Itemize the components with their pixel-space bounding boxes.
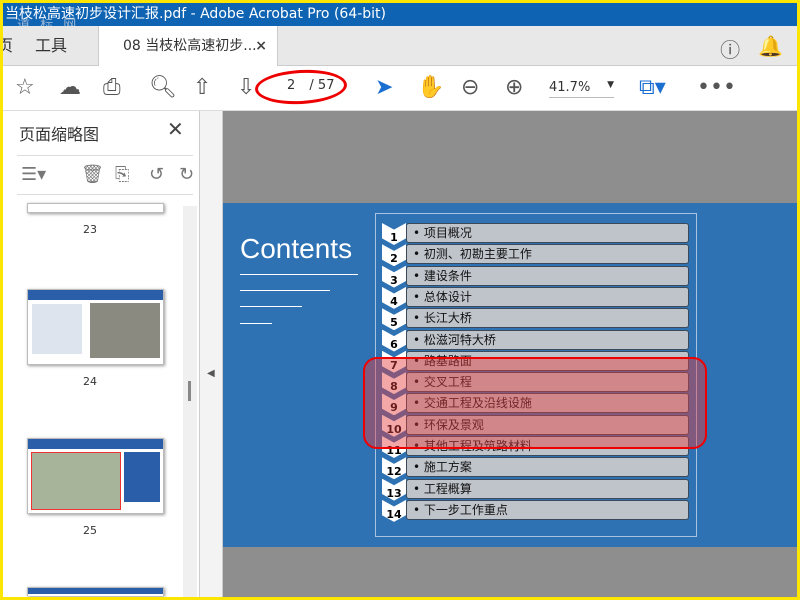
contents-item-text: 建设条件 (423, 268, 472, 283)
contents-item: • 下一步工作重点 (406, 499, 689, 520)
hand-tool-icon[interactable]: ✋ (417, 76, 444, 100)
title-bar: 当枝松高速初步设计汇报.pdf - Adobe Acrobat Pro (64-… (3, 3, 797, 33)
thumbnail-label: 23 (83, 223, 97, 236)
delete-icon[interactable]: 🗑 (81, 164, 104, 185)
panel-title: 页面缩略图 (19, 125, 100, 144)
next-page-icon[interactable]: ⇩ (237, 76, 255, 100)
zoom-in-icon[interactable]: ⊕ (505, 76, 523, 100)
contents-item: • 初测、初勘主要工作 (406, 244, 689, 265)
toolbar: ☆ ☁ ⎙ 🔍︎ ⇧ ⇩ 2 / 57 ➤ ✋ ⊖ ⊕ 41.7% ▼ ⧉▾ ••… (3, 66, 797, 111)
tab-bar: 页 工具 08 当枝松高速初步... × ⓘ 🔔 (3, 26, 797, 66)
contents-item: • 项目概况 (406, 223, 689, 243)
contents-item-text: 项目概况 (423, 226, 472, 240)
close-tab-icon[interactable]: × (255, 26, 267, 66)
panel-scrollbar[interactable] (183, 206, 197, 597)
divider (240, 306, 302, 307)
thumbnail-page-24[interactable] (27, 289, 164, 365)
more-tools-icon[interactable]: ••• (697, 76, 736, 100)
print-icon[interactable]: ⎙ (103, 76, 121, 100)
item-number: 14 (382, 499, 406, 522)
search-icon[interactable]: 🔍︎ (149, 76, 177, 100)
options-menu-icon[interactable]: ☰▾ (21, 164, 46, 185)
item-number: 6 (382, 329, 406, 352)
item-number: 13 (382, 478, 406, 501)
zoom-select[interactable]: 41.7% ▼ (549, 80, 614, 98)
item-number: 12 (382, 457, 406, 480)
acrobat-window: 当枝松高速初步设计汇报.pdf - Adobe Acrobat Pro (64-… (3, 3, 797, 597)
thumbnail-label: 25 (83, 524, 97, 537)
scrollbar-thumb[interactable] (188, 381, 191, 401)
rotate-right-icon[interactable]: ↻ (179, 164, 194, 185)
document-view: Contents • 项目概况 1 • 初测、初勘主要工作 2 • 建设条件 3 • 总体设… (223, 111, 797, 597)
thumbnail-page-26[interactable] (27, 587, 164, 596)
close-panel-icon[interactable]: ✕ (167, 117, 184, 141)
notification-bell-icon[interactable]: 🔔 (758, 34, 783, 63)
zoom-value: 41.7% (549, 80, 591, 95)
tab-tools[interactable]: 工具 (35, 26, 67, 66)
contents-item-text: 长江大桥 (423, 311, 472, 326)
divider (240, 290, 330, 291)
item-number: 2 (382, 244, 406, 267)
bookmark-star-icon[interactable]: ☆ (15, 76, 35, 100)
item-number: 3 (382, 265, 406, 288)
contents-item: • 长江大桥 (406, 308, 689, 329)
tab-home[interactable]: 页 (3, 26, 13, 66)
collapse-arrow-icon[interactable]: ◀ (207, 368, 215, 379)
zoom-out-icon[interactable]: ⊖ (461, 76, 479, 100)
thumbnail-tools: ☰▾ 🗑 ⎘ ↺ ↻ (17, 155, 194, 195)
contents-item: • 施工方案 (406, 457, 689, 478)
divider (240, 274, 358, 275)
thumbnail-page-25[interactable] (27, 438, 164, 514)
slide-page: Contents • 项目概况 1 • 初测、初勘主要工作 2 • 建设条件 3 • 总体设… (223, 203, 797, 547)
thumbnails-panel: 页面缩略图 ✕ ☰▾ 🗑 ⎘ ↺ ↻ 23 24 25 (3, 111, 200, 597)
contents-item: • 松滋河特大桥 (406, 329, 689, 350)
contents-item: • 建设条件 (406, 265, 689, 286)
extract-icon[interactable]: ⎘ (115, 164, 129, 185)
item-number: 1 (382, 223, 406, 245)
thumbnail-label: 24 (83, 375, 97, 388)
contents-item-text: 初测、初勘主要工作 (423, 247, 532, 262)
red-highlight-annotation (363, 357, 707, 449)
contents-item-text: 下一步工作重点 (423, 502, 508, 517)
item-number: 4 (382, 286, 406, 309)
panel-splitter[interactable]: ◀ (200, 111, 223, 597)
previous-page-icon[interactable]: ⇧ (193, 76, 211, 100)
page-fit-icon[interactable]: ⧉▾ (639, 76, 666, 100)
tab-document[interactable]: 08 当枝松高速初步... × (98, 26, 278, 66)
item-number: 5 (382, 308, 406, 331)
red-annotation-oval (254, 67, 348, 107)
contents-item: • 总体设计 (406, 286, 689, 307)
divider (240, 323, 272, 324)
contents-item-text: 总体设计 (423, 289, 472, 304)
cloud-upload-icon[interactable]: ☁ (59, 76, 81, 100)
slide-title: Contents (240, 233, 353, 264)
help-icon[interactable]: ⓘ (720, 34, 740, 63)
contents-item-text: 松滋河特大桥 (423, 332, 496, 347)
contents-item: • 工程概算 (406, 478, 689, 499)
contents-item-text: 施工方案 (423, 460, 472, 475)
tab-document-label: 08 当枝松高速初步... (123, 38, 257, 54)
contents-item-text: 工程概算 (423, 481, 472, 496)
rotate-left-icon[interactable]: ↺ (149, 164, 164, 185)
thumbnail-page-23[interactable] (27, 203, 164, 213)
select-cursor-icon[interactable]: ➤ (375, 76, 393, 100)
